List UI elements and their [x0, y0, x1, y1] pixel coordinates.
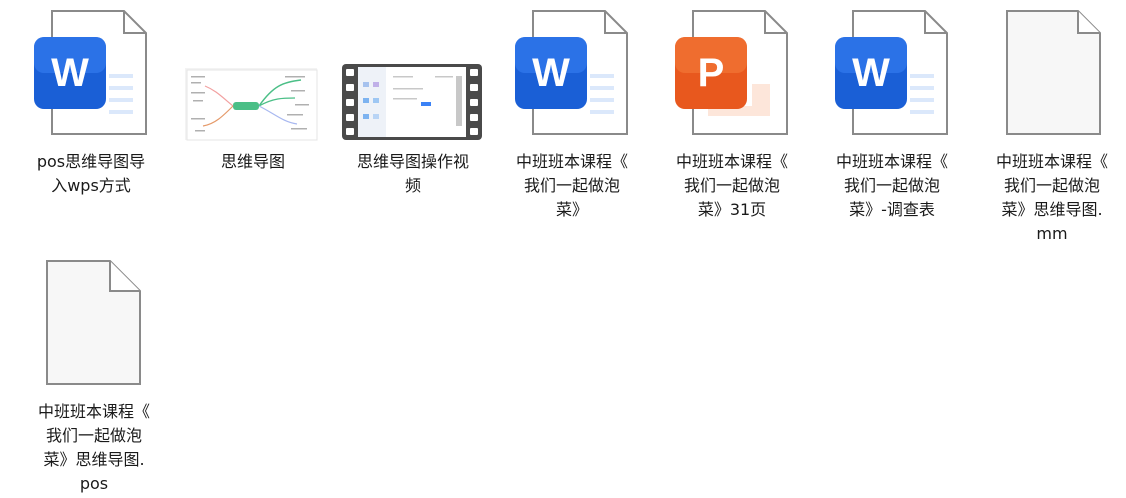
file-item[interactable]: 中班班本课程《 我们一起做泡 菜》思维导图. mm: [972, 6, 1126, 246]
file-name: 中班班本课程《 我们一起做泡 菜》-调查表: [835, 152, 948, 219]
word-doc-icon: W: [812, 6, 972, 146]
file-name: 中班班本课程《 我们一起做泡 菜》: [515, 152, 628, 219]
file-item[interactable]: P 中班班本课程《 我们一起做泡 菜》31页: [652, 6, 812, 246]
file-item[interactable]: 思维导图: [173, 6, 333, 246]
file-name: pos思维导图导 入wps方式: [36, 152, 146, 195]
svg-text:W: W: [532, 51, 570, 95]
file-item[interactable]: W pos思维导图导 入wps方式: [11, 6, 171, 246]
file-name: 思维导图操作视 频: [356, 152, 469, 195]
svg-text:P: P: [698, 51, 725, 95]
powerpoint-doc-icon: P: [652, 6, 812, 146]
file-name: 中班班本课程《 我们一起做泡 菜》思维导图. pos: [37, 402, 150, 493]
file-name: 思维导图: [220, 152, 285, 171]
file-item[interactable]: W 中班班本课程《 我们一起做泡 菜》: [492, 6, 652, 246]
file-name: 中班班本课程《 我们一起做泡 菜》31页: [675, 152, 788, 219]
mindmap-image-thumbnail: [173, 6, 333, 146]
file-item[interactable]: 思维导图操作视 频: [333, 6, 493, 246]
blank-file-icon: [972, 6, 1126, 146]
video-file-thumbnail: [333, 6, 493, 146]
blank-file-icon: [14, 256, 174, 396]
svg-text:W: W: [852, 51, 890, 95]
file-name: 中班班本课程《 我们一起做泡 菜》思维导图. mm: [995, 152, 1108, 243]
file-item[interactable]: W 中班班本课程《 我们一起做泡 菜》-调查表: [812, 6, 972, 246]
svg-text:W: W: [51, 51, 89, 95]
word-doc-icon: W: [11, 6, 171, 146]
word-doc-icon: W: [492, 6, 652, 146]
file-item[interactable]: 中班班本课程《 我们一起做泡 菜》思维导图. pos: [14, 256, 174, 496]
